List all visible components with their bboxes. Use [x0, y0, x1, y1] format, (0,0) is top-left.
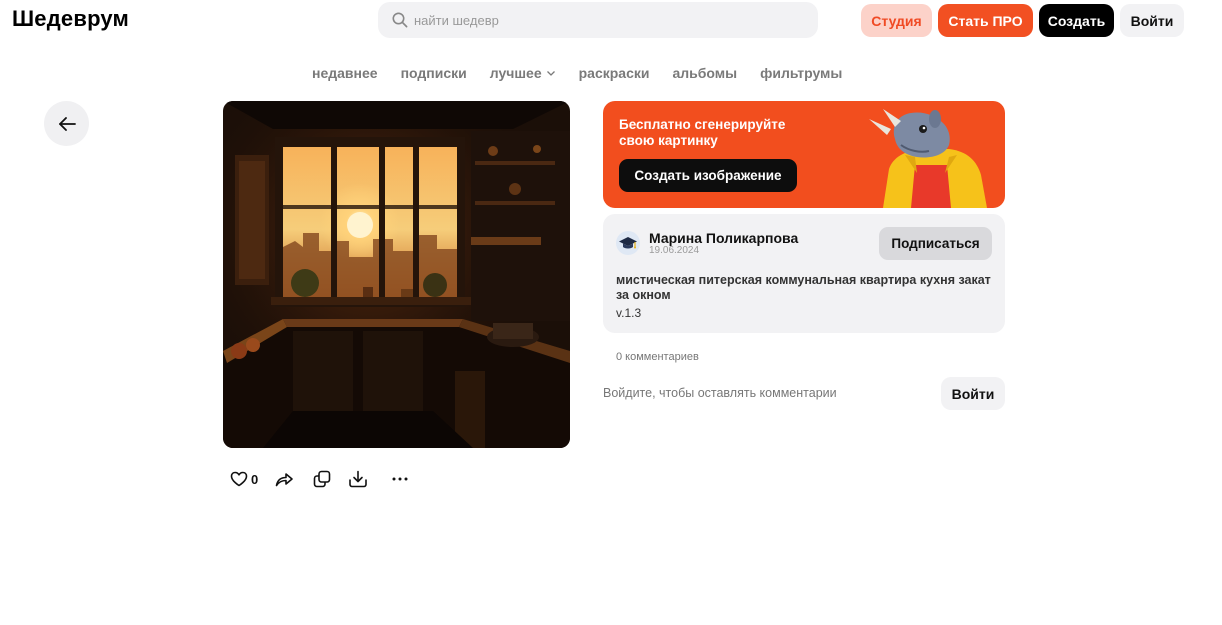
back-button[interactable]	[44, 101, 89, 146]
tab-label: лучшее	[489, 65, 542, 81]
author-name[interactable]: Марина Поликарпова	[649, 230, 798, 246]
promo-banner: Бесплатно сгенерируйте свою картинку Соз…	[603, 101, 1005, 208]
search-input[interactable]	[414, 12, 794, 28]
download-button[interactable]	[348, 468, 368, 490]
post-info-card: Марина Поликарпова 19.06.2024 Подписатьс…	[603, 214, 1005, 333]
tab-albums[interactable]: альбомы	[672, 64, 737, 82]
search-bar[interactable]	[378, 2, 818, 38]
more-button[interactable]	[392, 468, 408, 490]
create-image-button[interactable]: Создать изображение	[619, 159, 797, 192]
prompt-text: мистическая питерская коммунальная кварт…	[616, 273, 991, 302]
become-pro-button[interactable]: Стать ПРО	[938, 4, 1033, 37]
tab-coloring[interactable]: раскраски	[579, 64, 650, 82]
model-version: v.1.3	[616, 306, 642, 320]
graduation-cap-icon	[619, 237, 637, 249]
post-actions: 0	[230, 468, 408, 490]
tab-subscriptions[interactable]: подписки	[401, 64, 467, 82]
tab-label: подписки	[400, 65, 467, 81]
comments-count: 0 комментариев	[616, 351, 699, 363]
like-count: 0	[251, 471, 259, 487]
studio-button[interactable]: Студия	[861, 4, 932, 37]
feed-tabs: недавнее подписки лучшее раскраски альбо…	[312, 64, 865, 82]
arrow-left-icon	[58, 116, 76, 131]
copy-icon	[313, 470, 331, 488]
tab-recent[interactable]: недавнее	[312, 64, 378, 82]
tab-label: недавнее	[312, 65, 378, 81]
avatar[interactable]	[616, 231, 640, 255]
search-icon	[392, 12, 408, 28]
comment-login-hint: Войдите, чтобы оставлять комментарии	[603, 386, 837, 400]
heart-icon	[230, 471, 248, 487]
tab-label: альбомы	[672, 65, 738, 81]
share-icon	[275, 473, 294, 487]
copy-button[interactable]	[313, 468, 331, 490]
tab-best[interactable]: лучшее	[490, 64, 556, 82]
logo[interactable]: Шедеврум	[12, 6, 129, 32]
tab-label: раскраски	[578, 65, 650, 81]
create-button[interactable]: Создать	[1039, 4, 1114, 37]
like-button[interactable]: 0	[230, 468, 258, 490]
post-date: 19.06.2024	[649, 245, 700, 256]
comment-login-button[interactable]: Войти	[941, 377, 1005, 410]
more-icon	[392, 477, 408, 481]
rhino-mascot-illustration	[869, 109, 987, 208]
subscribe-button[interactable]: Подписаться	[879, 227, 992, 260]
share-button[interactable]	[274, 468, 294, 490]
promo-text: Бесплатно сгенерируйте свою картинку	[619, 117, 786, 148]
generated-image[interactable]	[223, 101, 570, 448]
chevron-down-icon	[546, 71, 555, 76]
tab-label: фильтрумы	[760, 65, 843, 81]
tab-filtrums[interactable]: фильтрумы	[760, 64, 842, 82]
login-button[interactable]: Войти	[1120, 4, 1184, 37]
download-icon	[349, 470, 368, 488]
